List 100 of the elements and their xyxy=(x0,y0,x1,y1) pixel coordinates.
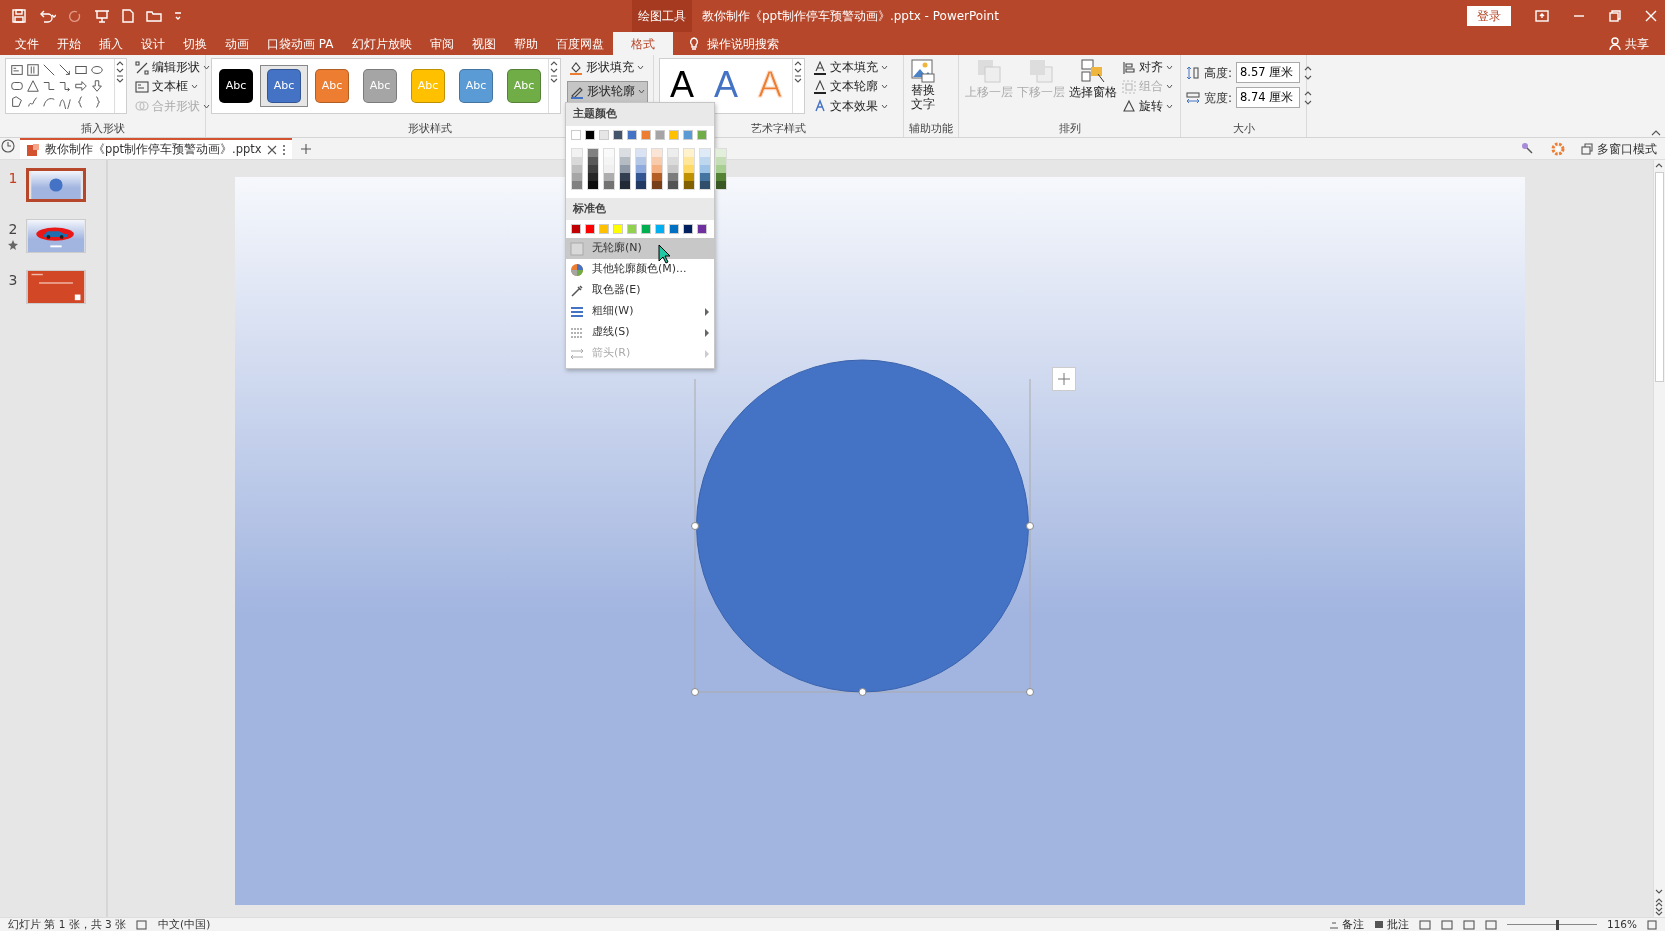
ribbon-tab[interactable]: 百度网盘 xyxy=(546,32,613,55)
tell-me-search[interactable]: 操作说明搜索 xyxy=(706,34,779,53)
menu-item[interactable]: 取色器(E) xyxy=(566,280,714,301)
previous-slide-icon[interactable] xyxy=(1654,897,1664,907)
command-button[interactable]: 文本填充 xyxy=(811,58,891,78)
slide-thumbnail[interactable] xyxy=(26,168,86,202)
presenter-icon[interactable] xyxy=(94,9,110,23)
color-swatch[interactable] xyxy=(655,129,665,140)
history-icon[interactable] xyxy=(0,138,16,154)
ribbon-tab[interactable]: 插入 xyxy=(90,32,132,55)
color-swatch[interactable] xyxy=(641,224,651,234)
style-swatch[interactable]: Abc xyxy=(315,69,349,103)
color-shades[interactable] xyxy=(571,147,583,190)
color-swatch[interactable] xyxy=(683,224,693,234)
command-button[interactable]: 形状填充 xyxy=(567,58,648,78)
person-icon[interactable] xyxy=(1609,37,1621,50)
shape-icon[interactable] xyxy=(26,79,40,93)
style-swatch[interactable]: Abc xyxy=(459,69,493,103)
color-shades[interactable] xyxy=(667,147,679,190)
color-swatch[interactable] xyxy=(641,129,651,140)
menu-item[interactable]: 虚线(S) xyxy=(566,322,714,343)
language-label[interactable]: 中文(中国) xyxy=(158,916,211,931)
login-button[interactable]: 登录 xyxy=(1467,6,1511,26)
command-button[interactable]: 编辑形状 xyxy=(133,58,212,78)
command-button[interactable]: 文本效果 xyxy=(811,96,891,116)
color-swatch[interactable] xyxy=(627,224,637,234)
scroll-down-icon[interactable] xyxy=(549,67,559,75)
scroll-thumb[interactable] xyxy=(1655,172,1664,382)
gear-icon[interactable] xyxy=(1551,141,1565,156)
color-swatch[interactable] xyxy=(571,224,581,234)
shape-icon[interactable] xyxy=(42,95,56,109)
ribbon-display-icon[interactable] xyxy=(1535,10,1549,22)
style-swatch[interactable]: Abc xyxy=(507,69,541,103)
collapse-ribbon-icon[interactable] xyxy=(1651,129,1661,137)
color-shades[interactable] xyxy=(635,147,647,190)
ribbon-tab[interactable]: 口袋动画 PA xyxy=(258,32,343,55)
magic-wand-icon[interactable] xyxy=(1521,141,1535,156)
shape-icon[interactable] xyxy=(74,79,88,93)
ribbon-tab[interactable]: 视图 xyxy=(462,32,505,55)
color-swatch[interactable] xyxy=(613,129,623,140)
command-button[interactable]: 文本轮廓 xyxy=(811,77,891,97)
scroll-down-icon[interactable] xyxy=(793,67,804,75)
color-shades[interactable] xyxy=(699,147,711,190)
color-swatch[interactable] xyxy=(613,224,623,234)
resize-handle[interactable] xyxy=(1026,688,1034,696)
zoom-level[interactable]: 116% xyxy=(1606,916,1637,931)
shape-icon[interactable] xyxy=(90,63,104,77)
alt-text-button[interactable]: 替换文字 xyxy=(909,58,937,112)
command-button[interactable]: 文本框 xyxy=(133,77,212,97)
ribbon-tab[interactable]: 设计 xyxy=(132,32,174,55)
color-swatch[interactable] xyxy=(697,129,707,140)
circle-shape[interactable] xyxy=(696,359,1029,693)
color-swatch[interactable] xyxy=(683,129,693,140)
folder-icon[interactable] xyxy=(146,9,162,23)
style-swatch[interactable]: Abc xyxy=(219,69,253,103)
command-button[interactable]: 对齐 xyxy=(1120,58,1175,78)
close-icon[interactable] xyxy=(266,144,277,155)
ribbon-tab[interactable]: 审阅 xyxy=(420,32,463,55)
color-shades[interactable] xyxy=(603,147,615,190)
color-shades[interactable] xyxy=(651,147,663,190)
more-icon[interactable] xyxy=(115,75,125,83)
command-button[interactable]: 选择窗格 xyxy=(1068,58,1118,102)
ribbon-tab[interactable]: 文件 xyxy=(6,32,48,55)
color-swatch[interactable] xyxy=(655,224,665,234)
notes-button[interactable]: 备注 xyxy=(1328,916,1364,931)
shape-icon[interactable] xyxy=(90,79,104,93)
shape-icon[interactable] xyxy=(26,95,40,109)
next-slide-icon[interactable] xyxy=(1654,907,1664,917)
scroll-up-icon[interactable] xyxy=(115,59,125,67)
menu-item[interactable]: 其他轮廓颜色(M)... xyxy=(566,259,714,280)
color-swatch[interactable] xyxy=(599,129,609,140)
ribbon-tab[interactable]: 切换 xyxy=(174,32,216,55)
restore-icon[interactable] xyxy=(1609,10,1621,22)
color-swatch[interactable] xyxy=(585,129,595,140)
color-swatch[interactable] xyxy=(627,129,637,140)
shape-icon[interactable] xyxy=(10,63,24,77)
comments-button[interactable]: 批注 xyxy=(1373,916,1409,931)
shape-icon[interactable] xyxy=(58,79,72,93)
shape-icon[interactable] xyxy=(42,63,56,77)
resize-handle[interactable] xyxy=(691,522,699,530)
resize-handle[interactable] xyxy=(1026,522,1034,530)
color-shades[interactable] xyxy=(587,147,599,190)
color-swatch[interactable] xyxy=(585,224,595,234)
style-swatch[interactable]: Abc xyxy=(267,69,301,103)
undo-icon[interactable] xyxy=(38,9,56,23)
scroll-up-icon[interactable] xyxy=(793,59,804,67)
shape-icon[interactable] xyxy=(42,79,56,93)
lightbulb-icon[interactable] xyxy=(688,36,699,51)
command-button[interactable]: 形状轮廓 xyxy=(567,81,648,103)
share-button[interactable]: 共享 xyxy=(1625,34,1649,53)
more-icon[interactable] xyxy=(793,75,804,83)
color-shades[interactable] xyxy=(683,147,695,190)
scroll-up-icon[interactable] xyxy=(549,59,559,67)
scroll-down-icon[interactable] xyxy=(115,67,125,75)
ribbon-tab[interactable]: 动画 xyxy=(216,32,258,55)
ribbon-tab[interactable]: 格式 xyxy=(612,32,673,55)
command-button[interactable]: 旋转 xyxy=(1120,96,1175,116)
color-shades[interactable] xyxy=(715,147,727,190)
menu-item[interactable]: 粗细(W) xyxy=(566,301,714,322)
shape-icon[interactable] xyxy=(74,63,88,77)
